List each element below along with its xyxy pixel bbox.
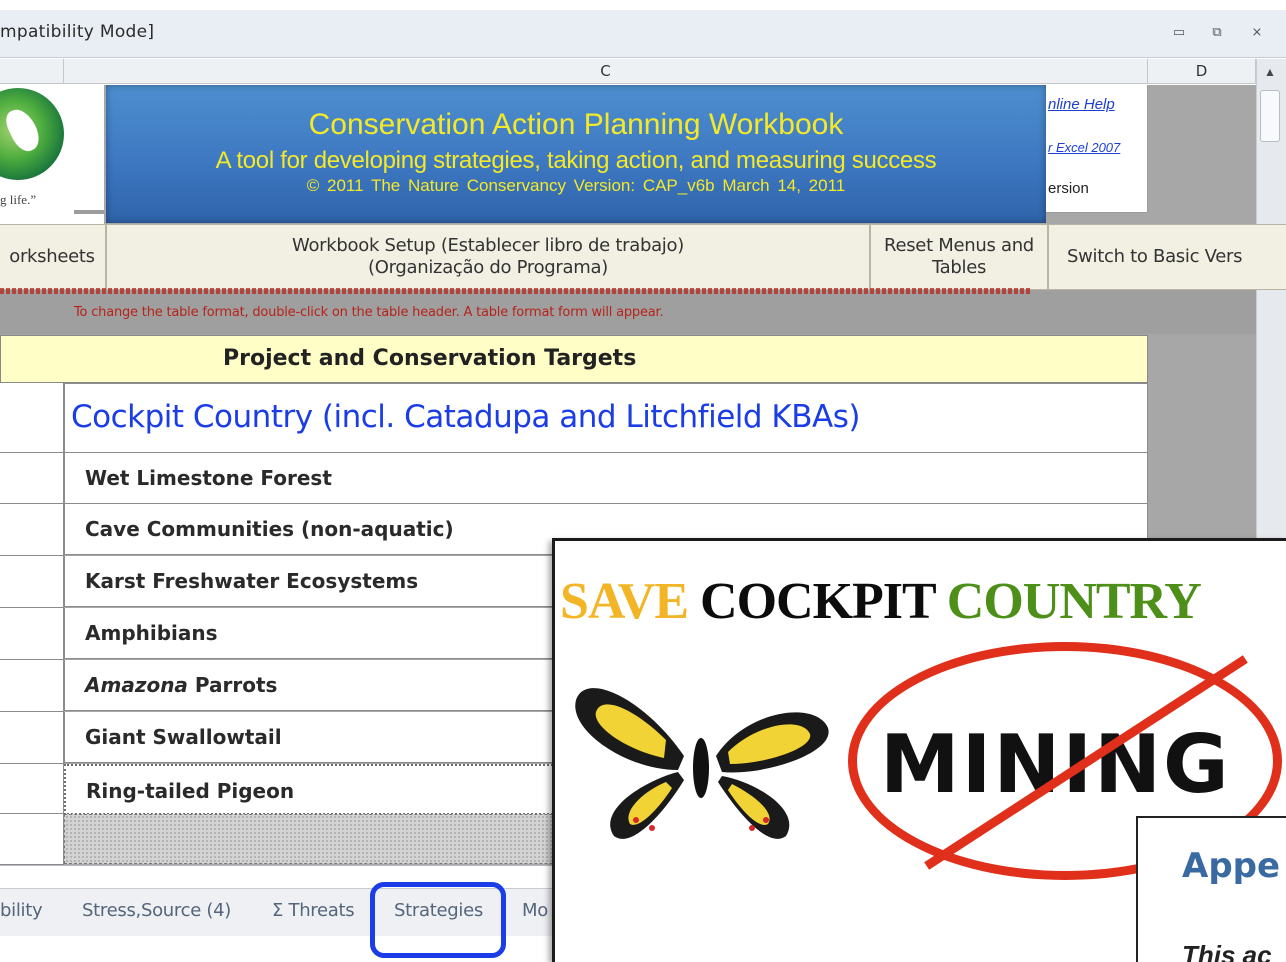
logo-tagline: g life.ˮ xyxy=(0,192,37,207)
row-cell-a[interactable] xyxy=(0,712,64,764)
column-header-c[interactable]: C xyxy=(64,59,1148,84)
column-header-b[interactable] xyxy=(0,59,64,84)
row-cell-a[interactable] xyxy=(0,453,64,504)
row-cell-a[interactable] xyxy=(0,764,64,814)
scroll-up-arrow-icon[interactable]: ▲ xyxy=(1258,62,1282,82)
reset-menus-label: Reset Menus and xyxy=(884,235,1034,256)
instruction-note: To change the table format, double-click… xyxy=(74,305,664,320)
version-label: ersion xyxy=(1048,180,1089,197)
row-cell-a[interactable] xyxy=(0,504,64,556)
appendix-subtext: This ac xyxy=(1182,942,1272,962)
restore-icon[interactable]: ⧉ xyxy=(1208,24,1226,42)
reset-menus-button[interactable]: Reset Menus and Tables xyxy=(870,224,1048,290)
close-icon[interactable]: ⨯ xyxy=(1248,24,1266,42)
minimize-icon[interactable]: ▭ xyxy=(1170,24,1188,42)
switch-basic-version-label: Switch to Basic Vers xyxy=(1067,246,1243,267)
targets-table-header-label: Project and Conservation Targets xyxy=(223,346,637,371)
online-help-link[interactable]: nline Help xyxy=(1048,96,1115,113)
column-header-d[interactable]: D xyxy=(1148,59,1256,84)
workbook-setup-label-pt: (Organização do Programa) xyxy=(368,257,608,278)
target-row[interactable]: Wet Limestone Forest xyxy=(64,453,1148,504)
targets-table-header[interactable]: Project and Conservation Targets xyxy=(0,335,1148,383)
scrollbar-thumb[interactable] xyxy=(1260,90,1280,142)
window-title: mpatibility Mode] xyxy=(0,22,155,42)
logo-divider xyxy=(74,210,104,214)
banner-title: Conservation Action Planning Workbook xyxy=(308,108,844,141)
row-cell-a[interactable] xyxy=(0,814,64,865)
switch-basic-version-button[interactable]: Switch to Basic Vers xyxy=(1048,224,1286,290)
strategies-tab-highlight xyxy=(370,882,506,958)
appendix-heading: Appe xyxy=(1182,846,1281,886)
workbook-setup-label: Workbook Setup (Establecer libro de trab… xyxy=(292,235,684,256)
banner-subtitle: A tool for developing strategies, taking… xyxy=(215,147,937,174)
row-cell-a[interactable] xyxy=(0,660,64,712)
poster-save-word: SAVE xyxy=(560,573,689,630)
appendix-panel xyxy=(1136,816,1286,962)
instruction-note-cropped xyxy=(0,288,1030,298)
sheet-tab-threats[interactable]: Σ Threats xyxy=(272,900,355,921)
worksheets-label: orksheets xyxy=(9,246,95,267)
row-cell-a[interactable] xyxy=(0,383,64,453)
sheet-tab-viability[interactable]: bility xyxy=(0,900,43,921)
worksheets-button[interactable]: orksheets xyxy=(0,224,106,290)
row-cell-a[interactable] xyxy=(0,608,64,660)
window-title-bar xyxy=(0,10,1286,58)
poster-cockpit-word: COCKPIT xyxy=(700,573,936,630)
banner-copyright: © 2011 The Nature Conservancy Version: C… xyxy=(306,176,846,195)
reset-menus-label-2: Tables xyxy=(931,257,987,278)
target-genus-italic: Amazona xyxy=(85,673,188,697)
excel-2007-link[interactable]: r Excel 2007 xyxy=(1048,140,1120,155)
workbook-setup-button[interactable]: Workbook Setup (Establecer libro de trab… xyxy=(106,224,870,290)
mining-text: MINING xyxy=(880,718,1231,811)
giant-swallowtail-butterfly-icon xyxy=(566,660,838,846)
row-cell-a[interactable] xyxy=(0,556,64,608)
sheet-tab-stress-source[interactable]: Stress,Source (4) xyxy=(82,900,231,921)
poster-title: SAVE COCKPIT COUNTRY xyxy=(560,572,1202,631)
appendix-text-cropped: This ac xyxy=(1140,942,1286,962)
project-name-cell[interactable]: Cockpit Country (incl. Catadupa and Litc… xyxy=(64,383,1148,453)
sheet-tab-more[interactable]: Mo xyxy=(522,900,548,921)
poster-country-word: COUNTRY xyxy=(946,573,1202,630)
column-d-cells xyxy=(1148,383,1256,538)
